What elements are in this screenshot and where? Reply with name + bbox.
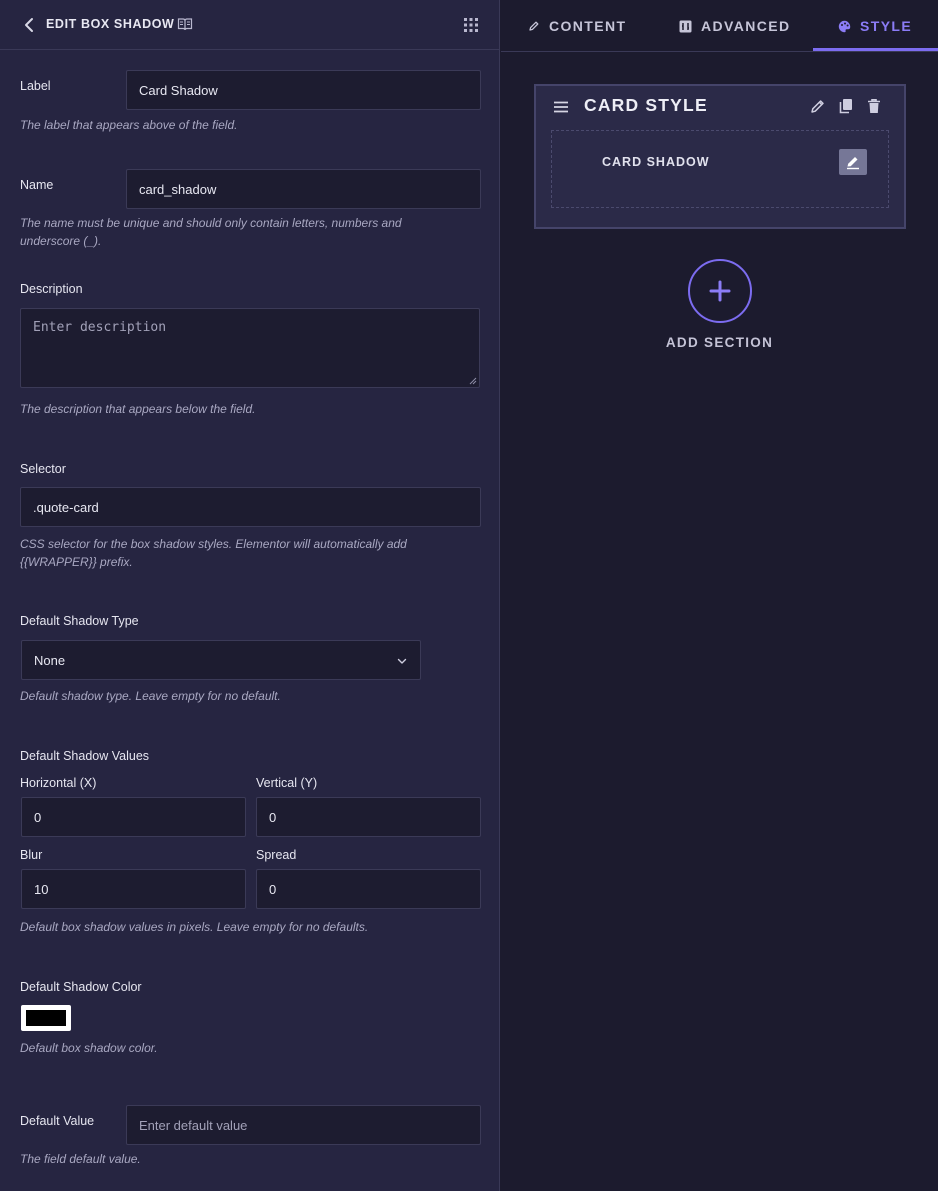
blur-input[interactable]: 10 <box>21 869 246 909</box>
shadow-color-swatch[interactable] <box>21 1005 71 1031</box>
shadow-values-field-label: Default Shadow Values <box>20 749 150 763</box>
tab-style-label: STYLE <box>860 18 913 34</box>
tab-style[interactable]: STYLE <box>838 0 912 52</box>
selector-help-line2: {{WRAPPER}} prefix. <box>20 555 133 569</box>
shadow-values-help: Default box shadow values in pixels. Lea… <box>20 920 369 934</box>
vertical-label: Vertical (Y) <box>256 776 318 790</box>
shadow-type-help: Default shadow type. Leave empty for no … <box>20 689 281 703</box>
tab-content-label: CONTENT <box>549 18 627 34</box>
horizontal-label: Horizontal (X) <box>20 776 97 790</box>
plus-icon <box>709 280 731 302</box>
palette-icon <box>838 20 851 32</box>
selector-input[interactable]: .quote-card <box>20 487 481 527</box>
default-value-field-label: Default Value <box>20 1114 95 1128</box>
label-field-label: Label <box>20 79 51 93</box>
drag-handle-icon[interactable] <box>553 100 569 114</box>
name-help-line2: underscore (_). <box>20 234 102 248</box>
name-input[interactable]: card_shadow <box>126 169 481 209</box>
shadow-type-field-label: Default Shadow Type <box>20 614 139 628</box>
edit-panel: EDIT BOX SHADOW Label Card Shadow The la… <box>0 0 500 1191</box>
field-edit-button[interactable] <box>839 149 867 175</box>
name-field-label: Name <box>20 178 54 192</box>
builder-panel: CONTENT ADVANCED STYLE CARD STYLE CARD S… <box>501 0 938 1191</box>
horizontal-input[interactable]: 0 <box>21 797 246 837</box>
field-card-shadow[interactable]: CARD SHADOW <box>551 130 889 208</box>
shadow-color-help: Default box shadow color. <box>20 1041 158 1055</box>
edit-icon <box>847 157 859 170</box>
active-tab-indicator <box>813 48 938 51</box>
field-title: CARD SHADOW <box>602 155 710 169</box>
grid-icon[interactable] <box>464 18 478 32</box>
description-field-label: Description <box>20 282 83 296</box>
blur-label: Blur <box>20 848 43 862</box>
chevron-left-icon[interactable] <box>22 16 38 34</box>
selector-field-label: Selector <box>20 462 66 476</box>
default-value-input[interactable]: Enter default value <box>126 1105 481 1145</box>
section-card-style[interactable]: CARD STYLE CARD SHADOW <box>534 84 906 229</box>
label-help: The label that appears above of the fiel… <box>20 118 238 132</box>
pencil-icon <box>529 21 539 31</box>
description-placeholder: Enter description <box>33 320 167 335</box>
advanced-icon <box>679 20 692 32</box>
shadow-color-preview <box>26 1010 66 1026</box>
section-title: CARD STYLE <box>584 95 708 115</box>
description-textarea[interactable]: Enter description <box>20 308 480 388</box>
label-input[interactable]: Card Shadow <box>126 70 481 110</box>
edit-icon[interactable] <box>809 97 827 115</box>
shadow-color-field-label: Default Shadow Color <box>20 980 142 994</box>
name-help-line1: The name must be unique and should only … <box>20 216 402 230</box>
shadow-type-selected: None <box>34 652 66 668</box>
trash-icon[interactable] <box>865 97 883 115</box>
panel-header: EDIT BOX SHADOW <box>0 0 500 50</box>
tab-bar: CONTENT ADVANCED STYLE <box>501 0 938 52</box>
spread-label: Spread <box>256 848 297 862</box>
tab-advanced[interactable]: ADVANCED <box>679 0 791 52</box>
vertical-input[interactable]: 0 <box>256 797 481 837</box>
add-section-button[interactable] <box>688 259 752 323</box>
spread-input[interactable]: 0 <box>256 869 481 909</box>
default-value-help: The field default value. <box>20 1152 141 1166</box>
tab-content[interactable]: CONTENT <box>528 0 626 52</box>
shadow-type-select[interactable]: None <box>21 640 421 680</box>
book-icon[interactable] <box>177 16 193 32</box>
chevron-down-icon <box>397 658 407 664</box>
add-section-label: ADD SECTION <box>665 335 774 350</box>
duplicate-icon[interactable] <box>837 97 855 115</box>
resize-grip-icon[interactable] <box>469 377 477 385</box>
selector-help-line1: CSS selector for the box shadow styles. … <box>20 537 407 551</box>
tab-advanced-label: ADVANCED <box>701 18 791 34</box>
panel-title: EDIT BOX SHADOW <box>46 17 175 31</box>
description-help: The description that appears below the f… <box>20 402 256 416</box>
